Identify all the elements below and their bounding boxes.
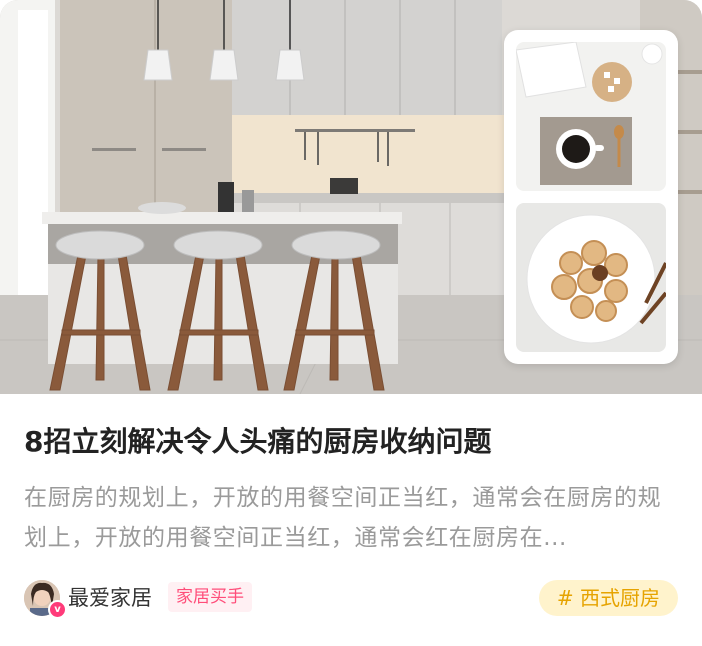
card-footer: v 最爱家居 家居买手 # 西式厨房 xyxy=(24,578,678,619)
coffee-thumbnail[interactable] xyxy=(516,42,666,191)
verified-badge: v xyxy=(48,600,67,619)
cookies-thumbnail[interactable] xyxy=(516,203,666,352)
topic-tag[interactable]: # 西式厨房 xyxy=(538,580,678,616)
article-card[interactable]: 8招立刻解决令人头痛的厨房收纳问题 在厨房的规划上，开放的用餐空间正当红，通常会… xyxy=(0,0,702,646)
article-description[interactable]: 在厨房的规划上，开放的用餐空间正当红，通常会在厨房的规划上，开放的用餐空间正当红… xyxy=(24,478,684,558)
hero-image[interactable] xyxy=(0,0,702,394)
thumbnail-strip xyxy=(504,30,678,364)
author-name[interactable]: 最爱家居 xyxy=(68,582,152,614)
cookies-illustration xyxy=(516,203,666,352)
author-role-badge: 家居买手 xyxy=(168,582,252,612)
coffee-illustration xyxy=(516,42,666,191)
article-title[interactable]: 8招立刻解决令人头痛的厨房收纳问题 xyxy=(24,422,684,462)
